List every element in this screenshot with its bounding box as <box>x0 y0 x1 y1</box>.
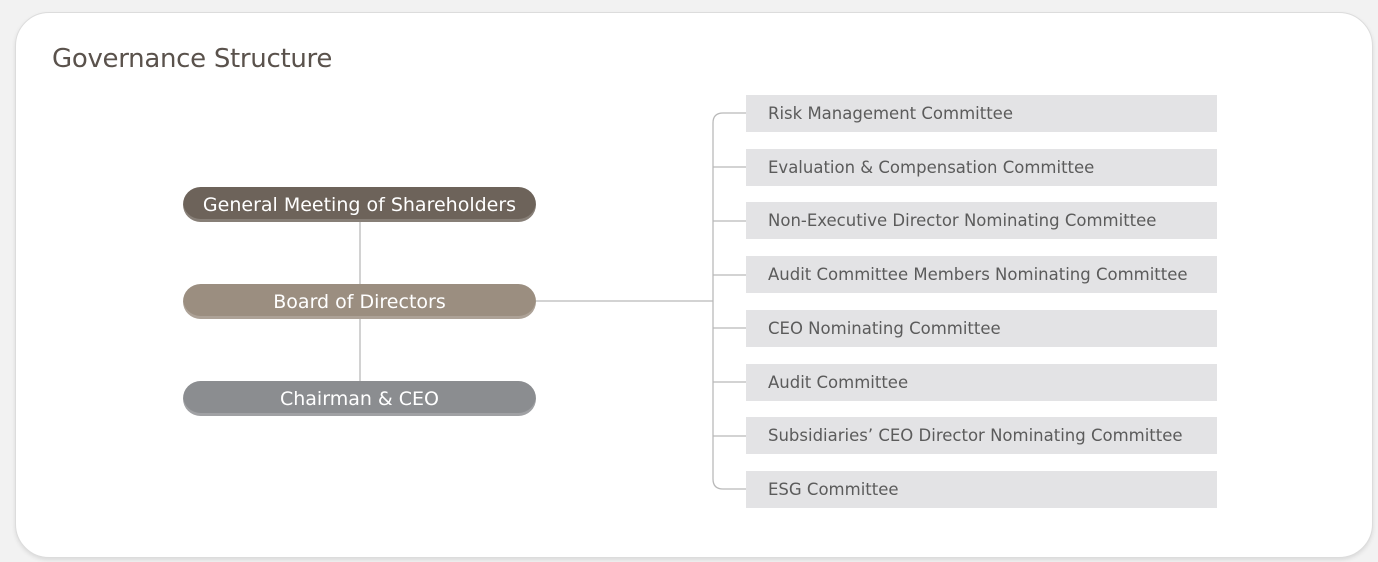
committee-audit: Audit Committee <box>746 364 1217 401</box>
general-meeting-node: General Meeting of Shareholders <box>183 187 536 222</box>
committee-non-executive-director-nominating: Non-Executive Director Nominating Commit… <box>746 202 1217 239</box>
committee-subsidiaries-ceo-director-nominating: Subsidiaries’ CEO Director Nominating Co… <box>746 417 1217 454</box>
committee-audit-members-nominating: Audit Committee Members Nominating Commi… <box>746 256 1217 293</box>
connector-committee-bracket <box>712 112 746 490</box>
committee-risk-management: Risk Management Committee <box>746 95 1217 132</box>
committee-evaluation-compensation: Evaluation & Compensation Committee <box>746 149 1217 186</box>
chairman-ceo-node: Chairman & CEO <box>183 381 536 416</box>
board-of-directors-node: Board of Directors <box>183 284 536 319</box>
committee-ceo-nominating: CEO Nominating Committee <box>746 310 1217 347</box>
committee-esg: ESG Committee <box>746 471 1217 508</box>
